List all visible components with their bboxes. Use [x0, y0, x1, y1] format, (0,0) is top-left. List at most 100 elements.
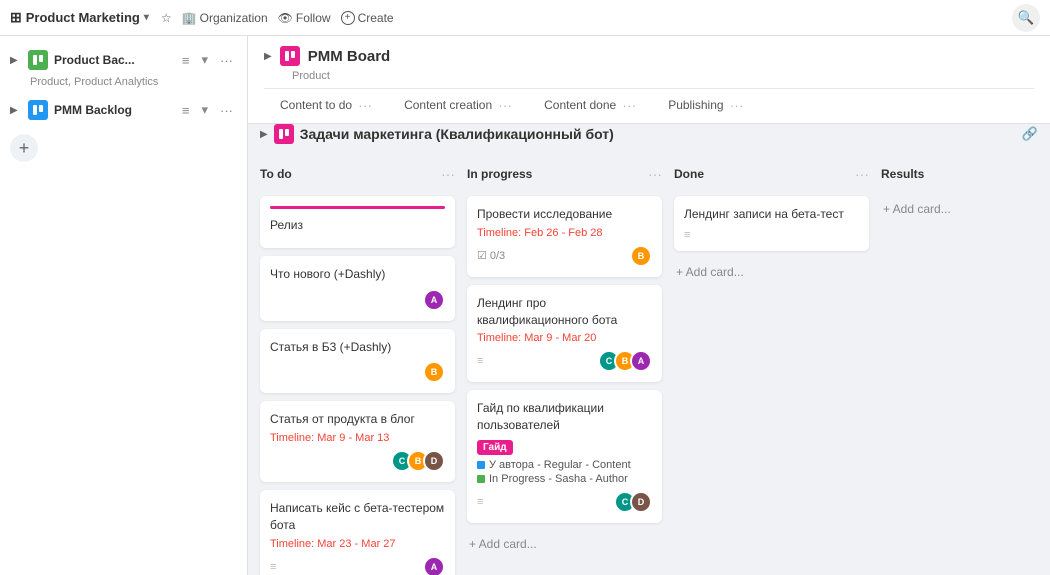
- column-done: Done ··· Лендинг записи на бета-тест ≡ +…: [674, 166, 869, 575]
- section-title: Задачи маркетинга (Квалификационный бот): [300, 126, 614, 142]
- search-button[interactable]: 🔍: [1012, 4, 1040, 32]
- tab-content-done[interactable]: Content done ···: [528, 89, 652, 123]
- column-results: Results ··· + Add card...: [881, 166, 1050, 575]
- board-subtitle: Product: [264, 70, 1034, 82]
- avatar: D: [630, 491, 652, 513]
- sidebar-item-pmm-backlog[interactable]: ▶ PMM Backlog ≡ ▾ ···: [0, 94, 247, 126]
- sidebar-item-product-bac[interactable]: ▶ Product Bac... ≡ ▾ ···: [0, 44, 247, 76]
- sidebar-actions-1: ≡ ▾ ···: [178, 50, 237, 70]
- card-title-reliz: Релиз: [270, 217, 445, 234]
- add-card-inprogress[interactable]: + Add card...: [467, 531, 662, 557]
- col-header-inprogress: In progress ···: [467, 166, 662, 182]
- add-card-done[interactable]: + Add card...: [674, 259, 869, 285]
- expand-arrow-board: ▶: [264, 51, 272, 62]
- tab-menu-0[interactable]: ···: [358, 97, 372, 113]
- more-btn-2[interactable]: ···: [216, 101, 237, 120]
- board-icon-2: [28, 100, 48, 120]
- section-header: ▶ Задачи маркетинга (Квалификационный бо…: [248, 124, 1050, 154]
- card-napisat-keys[interactable]: Написать кейс с бета-тестером бота Timel…: [260, 490, 455, 575]
- avatar: A: [630, 350, 652, 372]
- chevron-down-btn-1[interactable]: ▾: [197, 50, 212, 70]
- card-statya-b3[interactable]: Статья в Б3 (+Dashly) B: [260, 329, 455, 394]
- col-menu-done[interactable]: ···: [855, 166, 869, 182]
- card-meta-1: У автора - Regular - Content: [477, 459, 652, 471]
- card-avatars-1: A: [429, 289, 445, 311]
- topbar-right: 🔍: [1012, 4, 1040, 32]
- org-link[interactable]: 🏢 Organization: [182, 11, 268, 25]
- col-title-inprogress: In progress: [467, 167, 532, 181]
- section-expand-arrow: ▶: [260, 129, 268, 140]
- board-header: ▶ PMM Board Product Content to do ··· Co…: [248, 36, 1050, 124]
- sidebar-board-title-2: PMM Backlog: [54, 103, 172, 117]
- avatar: B: [423, 361, 445, 383]
- tab-menu-2[interactable]: ···: [622, 97, 636, 113]
- more-btn-1[interactable]: ···: [216, 51, 237, 70]
- star-icon: ☆: [161, 11, 172, 25]
- col-header-done: Done ···: [674, 166, 869, 182]
- board-icon-pmm: [280, 46, 300, 66]
- column-inprogress: In progress ··· Провести исследование Ti…: [467, 166, 662, 575]
- col-title-todo: To do: [260, 167, 292, 181]
- card-menu-icon2: ≡: [477, 355, 483, 367]
- card-avatars-3: C B D: [397, 450, 445, 472]
- card-lending-zapis[interactable]: Лендинг записи на бета-тест ≡: [674, 196, 869, 251]
- follow-button[interactable]: 👁 Follow: [278, 11, 331, 25]
- col-title-results: Results: [881, 167, 924, 181]
- col-menu-inprogress[interactable]: ···: [648, 166, 662, 182]
- card-provesti[interactable]: Провести исследование Timeline: Feb 26 -…: [467, 196, 662, 277]
- topbar-title-text: Product Marketing: [26, 10, 140, 25]
- checkbox-icon: ☑: [477, 249, 487, 262]
- sidebar-actions-2: ≡ ▾ ···: [178, 100, 237, 120]
- topbar-actions: ☆ 🏢 Organization 👁 Follow + Create: [161, 11, 394, 25]
- sidebar: ▶ Product Bac... ≡ ▾ ··· Product, Produc…: [0, 36, 248, 575]
- col-header-results: Results ···: [881, 166, 1050, 182]
- meta-dot-green: [477, 475, 485, 483]
- main-layout: ▶ Product Bac... ≡ ▾ ··· Product, Produc…: [0, 36, 1050, 575]
- tab-menu-3[interactable]: ···: [730, 97, 744, 113]
- card-tag-gayd: Гайд: [477, 440, 513, 455]
- card-chto-novogo[interactable]: Что нового (+Dashly) A: [260, 256, 455, 321]
- plus-circle-icon: +: [341, 11, 355, 25]
- star-button[interactable]: ☆: [161, 11, 172, 25]
- tab-publishing[interactable]: Publishing ···: [652, 89, 759, 123]
- sidebar-board-sub-1: Product, Product Analytics: [0, 76, 247, 88]
- card-reliz[interactable]: Релиз: [260, 196, 455, 248]
- col-menu-todo[interactable]: ···: [441, 166, 455, 182]
- list-view-btn-1[interactable]: ≡: [178, 51, 194, 70]
- board-icon-1: [28, 50, 48, 70]
- grid-icon: ⊞: [10, 9, 22, 26]
- card-gayd[interactable]: Гайд по квалификации пользователей Гайд …: [467, 390, 662, 523]
- section-icon: [274, 124, 294, 144]
- tab-content-creation[interactable]: Content creation ···: [388, 89, 528, 123]
- avatar: B: [630, 245, 652, 267]
- kanban-board: To do ··· Релиз Что нового (+Dashly) A: [248, 154, 1050, 575]
- board-title: PMM Board: [308, 48, 391, 65]
- column-tabs: Content to do ··· Content creation ··· C…: [264, 88, 1034, 123]
- expand-arrow-2: ▶: [10, 105, 22, 116]
- meta-dot-blue: [477, 461, 485, 469]
- chevron-down-btn-2[interactable]: ▾: [197, 100, 212, 120]
- card-statya-produkt[interactable]: Статья от продукта в блог Timeline: Mar …: [260, 401, 455, 482]
- tab-content-to-do[interactable]: Content to do ···: [264, 89, 388, 123]
- card-meta-2: In Progress - Sasha - Author: [477, 473, 652, 485]
- tab-menu-1[interactable]: ···: [498, 97, 512, 113]
- expand-arrow-1: ▶: [10, 55, 22, 66]
- create-button[interactable]: + Create: [341, 11, 394, 25]
- card-avatars-5: B: [636, 245, 652, 267]
- content-area: ▶ PMM Board Product Content to do ··· Co…: [248, 36, 1050, 575]
- col-header-todo: To do ···: [260, 166, 455, 182]
- section-link-icon[interactable]: 🔗: [1022, 126, 1038, 142]
- search-icon: 🔍: [1018, 10, 1035, 26]
- board-title-row: ▶ PMM Board: [264, 46, 1034, 66]
- list-view-btn-2[interactable]: ≡: [178, 101, 194, 120]
- add-card-results[interactable]: + Add card...: [881, 196, 1050, 222]
- card-lending-kvali[interactable]: Лендинг про квалификационного бота Timel…: [467, 285, 662, 383]
- avatar: D: [423, 450, 445, 472]
- add-board-button[interactable]: +: [10, 134, 38, 162]
- topbar-title: ⊞ Product Marketing ▾: [10, 9, 149, 26]
- card-menu-icon3: ≡: [477, 496, 483, 508]
- avatar: A: [423, 289, 445, 311]
- col-title-done: Done: [674, 167, 704, 181]
- column-todo: To do ··· Релиз Что нового (+Dashly) A: [260, 166, 455, 575]
- card-avatars-4: A: [429, 556, 445, 575]
